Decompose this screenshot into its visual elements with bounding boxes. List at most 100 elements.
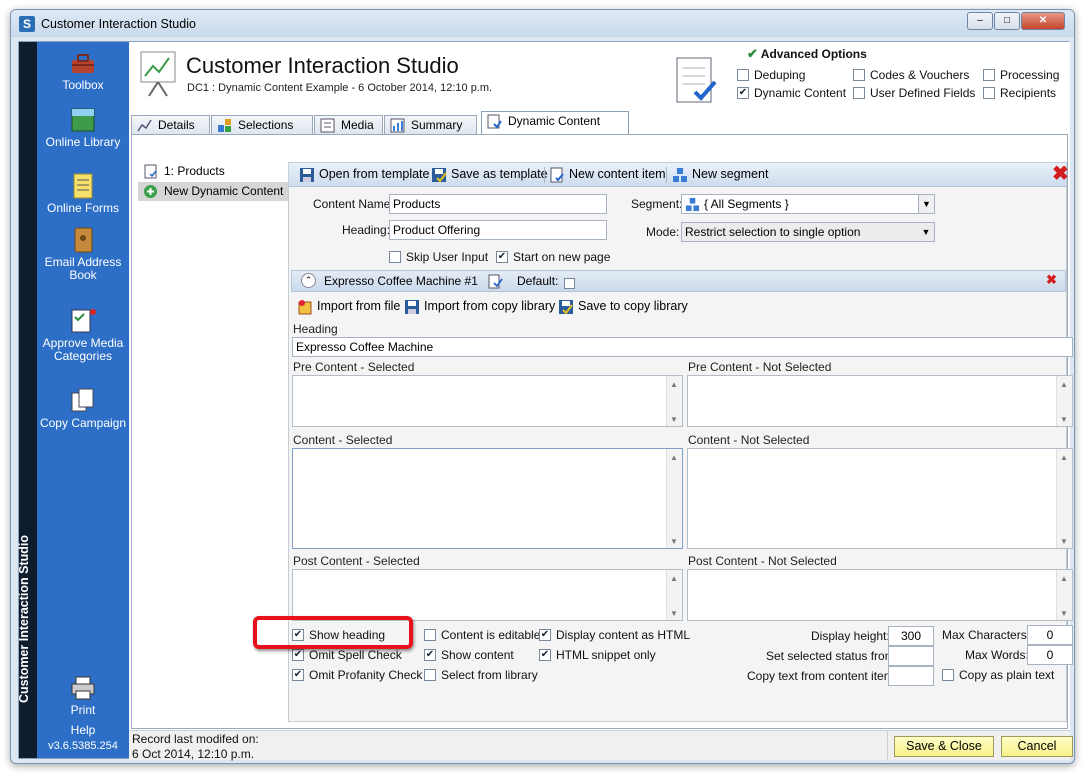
save-close-button[interactable]: Save & Close: [894, 736, 994, 757]
content-editable-checkbox[interactable]: [424, 628, 436, 641]
sidebar-item-help[interactable]: Help: [37, 724, 129, 737]
segment-label: Segment:: [631, 197, 683, 211]
import-copy-library-button[interactable]: Import from copy library: [404, 298, 555, 315]
new-segment-button[interactable]: New segment: [672, 166, 768, 183]
mode-select[interactable]: Restrict selection to single option ▼: [681, 222, 935, 242]
content-not-selected-textarea[interactable]: ▲ ▼: [687, 448, 1073, 549]
delete-item-icon[interactable]: ✖: [1046, 272, 1057, 288]
copy-plain-text-checkbox[interactable]: [942, 668, 954, 681]
select-from-library-option[interactable]: Select from library: [424, 668, 538, 682]
chevron-down-icon[interactable]: ▼: [918, 195, 934, 213]
sidebar-item-toolbox[interactable]: Toolbox: [37, 49, 129, 92]
close-window-button[interactable]: ✕: [1021, 12, 1065, 30]
save-library-icon: [559, 300, 573, 315]
html-snippet-checkbox[interactable]: ✔: [539, 648, 551, 661]
copy-plain-text-option[interactable]: Copy as plain text: [942, 668, 1054, 682]
sidebar-item-approve-media[interactable]: Approve Media Categories: [37, 307, 129, 363]
recipients-checkbox[interactable]: [983, 86, 995, 99]
save-template-button[interactable]: Save as template: [431, 166, 548, 183]
sidebar-item-print[interactable]: Print: [37, 674, 129, 717]
omit-profanity-option[interactable]: ✔ Omit Profanity Check: [292, 668, 422, 682]
display-height-input[interactable]: 300: [888, 626, 934, 646]
scrollbar[interactable]: ▲ ▼: [1056, 570, 1072, 620]
option-recipients[interactable]: Recipients: [983, 86, 1056, 100]
deduping-checkbox[interactable]: [737, 68, 749, 81]
post-selected-textarea[interactable]: ▲ ▼: [292, 569, 683, 621]
delete-content-icon[interactable]: ✖: [1052, 164, 1069, 184]
green-check-icon: ✔: [747, 46, 758, 61]
scrollbar[interactable]: ▲ ▼: [1056, 449, 1072, 548]
tab-summary[interactable]: Summary: [384, 115, 477, 135]
skip-user-input-option[interactable]: Skip User Input: [389, 250, 488, 264]
html-snippet-option[interactable]: ✔ HTML snippet only: [539, 648, 656, 662]
omit-spell-check-checkbox[interactable]: ✔: [292, 648, 304, 661]
sidebar-item-label: Email Address Book: [44, 255, 122, 282]
save-copy-library-button[interactable]: Save to copy library: [558, 298, 688, 315]
segment-select[interactable]: { All Segments } ▼: [681, 194, 935, 214]
dynamic-content-checkbox[interactable]: ✔: [737, 86, 749, 99]
scrollbar[interactable]: ▲ ▼: [666, 570, 682, 620]
cancel-button[interactable]: Cancel: [1001, 736, 1073, 757]
tab-selections[interactable]: Selections: [211, 115, 313, 135]
tab-media[interactable]: Media: [314, 115, 383, 135]
pre-not-selected-textarea[interactable]: ▲ ▼: [687, 375, 1073, 427]
show-content-option[interactable]: ✔ Show content: [424, 648, 514, 662]
mode-value: Restrict selection to single option: [685, 225, 861, 239]
collapse-icon[interactable]: ⌃: [301, 273, 316, 288]
copy-text-input[interactable]: [888, 666, 934, 686]
new-content-item-button[interactable]: New content item: [549, 166, 666, 183]
chevron-down-icon[interactable]: ▼: [918, 223, 934, 241]
tree-item-new-dynamic-content[interactable]: New Dynamic Content: [138, 182, 288, 201]
option-label: Dynamic Content: [754, 86, 847, 100]
option-user-defined-fields[interactable]: User Defined Fields: [853, 86, 975, 100]
display-html-checkbox[interactable]: ✔: [539, 628, 551, 641]
item-heading-label: Heading: [293, 322, 338, 336]
item-heading-input[interactable]: Expresso Coffee Machine: [292, 337, 1073, 357]
toolbox-icon: [72, 54, 94, 73]
tree-item-products[interactable]: 1: Products: [138, 162, 288, 181]
show-content-checkbox[interactable]: ✔: [424, 648, 436, 661]
import-file-button[interactable]: Import from file: [297, 298, 400, 315]
edit-document-icon[interactable]: [488, 273, 503, 289]
sidebar-item-copy-campaign[interactable]: Copy Campaign: [37, 387, 129, 430]
open-template-button[interactable]: Open from template: [299, 166, 429, 183]
max-words-input[interactable]: 0: [1027, 645, 1073, 665]
tab-dynamic-content[interactable]: Dynamic Content: [481, 111, 629, 136]
default-checkbox[interactable]: [564, 278, 575, 290]
sidebar-item-online-forms[interactable]: Online Forms: [37, 172, 129, 215]
tab-details[interactable]: Details: [131, 115, 210, 135]
minimize-button[interactable]: –: [967, 12, 993, 30]
post-not-selected-textarea[interactable]: ▲ ▼: [687, 569, 1073, 621]
omit-profanity-checkbox[interactable]: ✔: [292, 668, 304, 681]
option-dynamic-content[interactable]: ✔ Dynamic Content: [737, 86, 846, 100]
scrollbar[interactable]: ▲ ▼: [1056, 376, 1072, 426]
set-status-input[interactable]: [888, 646, 934, 666]
option-processing[interactable]: Processing: [983, 68, 1059, 82]
pre-selected-textarea[interactable]: ▲ ▼: [292, 375, 683, 427]
option-deduping[interactable]: Deduping: [737, 68, 805, 82]
display-html-option[interactable]: ✔ Display content as HTML: [539, 628, 690, 642]
option-label: Recipients: [1000, 86, 1057, 100]
omit-spell-check-option[interactable]: ✔ Omit Spell Check: [292, 648, 402, 662]
sidebar-item-online-library[interactable]: Online Library: [37, 106, 129, 149]
skip-user-input-checkbox[interactable]: [389, 250, 401, 263]
option-codes-vouchers[interactable]: Codes & Vouchers: [853, 68, 969, 82]
sidebar-item-label: Toolbox: [62, 78, 104, 92]
codes-vouchers-checkbox[interactable]: [853, 68, 865, 81]
maximize-button[interactable]: □: [994, 12, 1020, 30]
sidebar-item-address-book[interactable]: Email Address Book: [37, 226, 129, 282]
pre-selected-label: Pre Content - Selected: [293, 360, 415, 374]
user-defined-fields-checkbox[interactable]: [853, 86, 865, 99]
content-name-input[interactable]: Products: [389, 194, 607, 214]
content-selected-textarea[interactable]: ▲ ▼: [292, 448, 683, 549]
content-editable-option[interactable]: Content is editable: [424, 628, 540, 642]
heading-input[interactable]: Product Offering: [389, 220, 607, 240]
scrollbar[interactable]: ▲ ▼: [666, 376, 682, 426]
scrollbar[interactable]: ▲ ▼: [666, 449, 682, 548]
option-label: Omit Profanity Check: [309, 668, 423, 682]
start-new-page-option[interactable]: ✔ Start on new page: [496, 250, 610, 264]
start-new-page-checkbox[interactable]: ✔: [496, 250, 508, 263]
max-chars-input[interactable]: 0: [1027, 625, 1073, 645]
processing-checkbox[interactable]: [983, 68, 995, 81]
select-from-library-checkbox[interactable]: [424, 668, 436, 681]
